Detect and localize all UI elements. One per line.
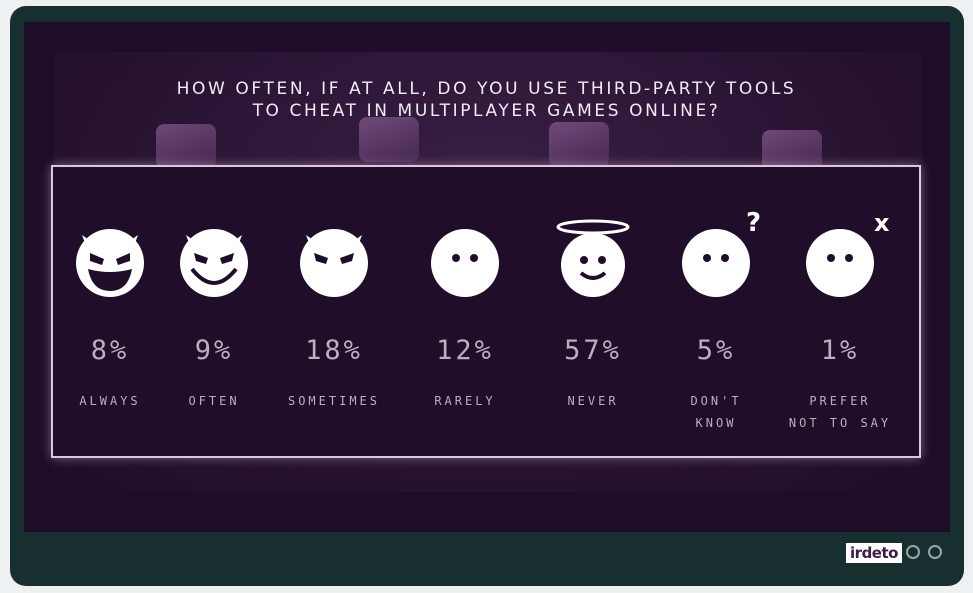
- value-label: 18%: [305, 335, 363, 366]
- crystal-decoration: [156, 124, 216, 169]
- chart-title: HOW OFTEN, IF AT ALL, DO YOU USE THIRD-P…: [0, 78, 973, 122]
- result-never: 57% NEVER: [533, 167, 653, 456]
- value-label: 12%: [436, 335, 494, 366]
- svg-text:x: x: [874, 209, 890, 237]
- crystal-decoration: [359, 117, 419, 162]
- grinning-devil-icon: [76, 229, 144, 297]
- smirking-devil-icon: [180, 229, 248, 297]
- frowning-devil-icon: [300, 229, 368, 297]
- result-rarely: 12% RARELY: [405, 167, 525, 456]
- result-sometimes: 18% SOMETIMES: [274, 167, 394, 456]
- question-face-icon: ?: [682, 208, 761, 297]
- indicator-dot: [906, 545, 920, 559]
- crystal-decoration: [549, 122, 609, 167]
- category-label: PREFER NOT TO SAY: [788, 394, 892, 430]
- result-always: 8% ALWAYS: [50, 167, 170, 456]
- irdeto-logo: irdeto: [846, 543, 902, 563]
- category-label: SOMETIMES: [287, 394, 381, 408]
- result-often: 9% OFTEN: [154, 167, 274, 456]
- result-dont-know: ? 5% DON'T KNOW: [656, 167, 776, 456]
- title-line-1: HOW OFTEN, IF AT ALL, DO YOU USE THIRD-P…: [176, 79, 797, 99]
- value-label: 9%: [194, 335, 234, 366]
- svg-text:?: ?: [746, 208, 761, 238]
- x-face-icon: x: [806, 209, 890, 297]
- category-label: NEVER: [567, 394, 619, 408]
- value-label: 8%: [90, 335, 130, 366]
- results-panel: 8% ALWAYS 9% OFTEN 18% SOMETIMES 12% RAR…: [51, 165, 921, 458]
- angel-face-icon: [556, 219, 630, 297]
- category-label: RARELY: [434, 394, 496, 408]
- category-label: OFTEN: [188, 394, 240, 408]
- value-label: 57%: [564, 335, 622, 366]
- result-prefer-not-to-say: x 1% PREFER NOT TO SAY: [780, 167, 900, 456]
- neutral-face-icon: [431, 229, 499, 297]
- category-label: DON'T KNOW: [690, 394, 742, 430]
- indicator-dot: [928, 545, 942, 559]
- value-label: 1%: [820, 335, 860, 366]
- value-label: 5%: [696, 335, 736, 366]
- title-line-2: TO CHEAT IN MULTIPLAYER GAMES ONLINE?: [252, 101, 721, 121]
